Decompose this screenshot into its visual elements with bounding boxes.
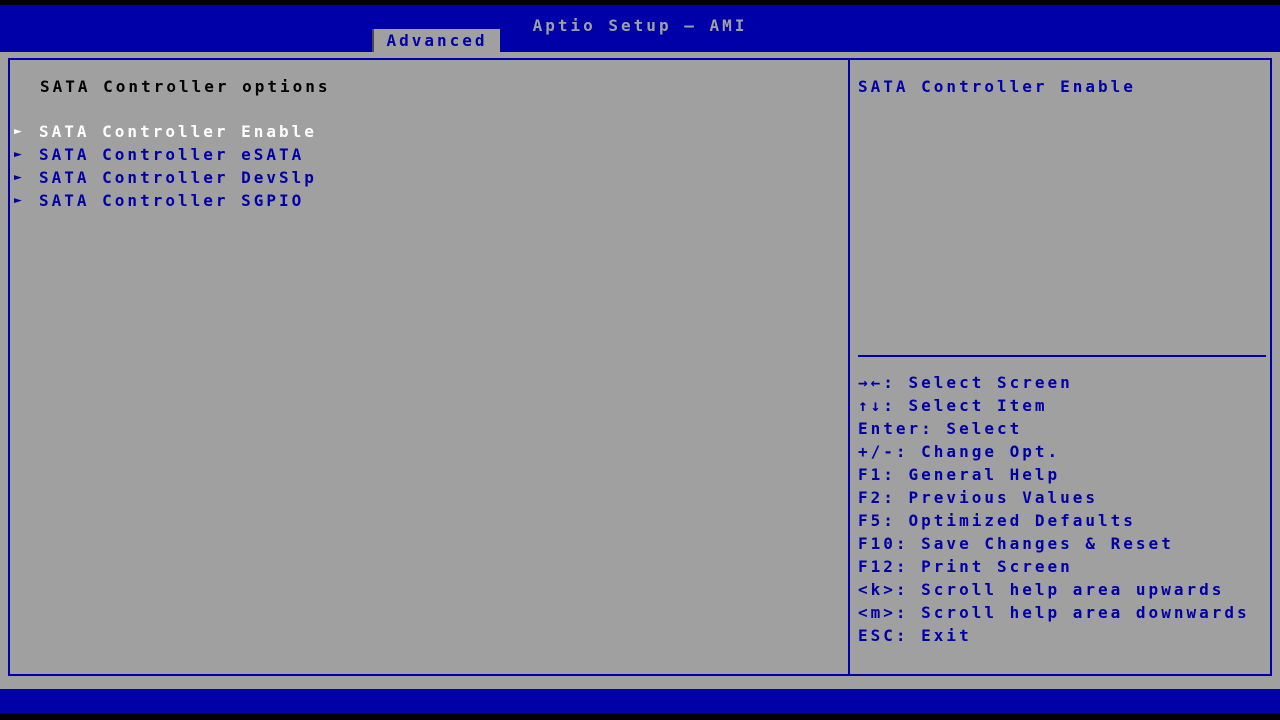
hotkey-legend-line: <m>: Scroll help area downwards	[858, 603, 1250, 622]
tab-advanced[interactable]: Advanced	[372, 29, 500, 52]
submenu-item[interactable]: ► SATA Controller DevSlp	[14, 166, 814, 189]
footer-bar: Version 2.22.1294 Copyright (C) 2025 AMI	[0, 689, 1280, 713]
submenu-arrow-icon: ►	[14, 147, 25, 162]
panel-divider	[848, 58, 850, 676]
submenu-item[interactable]: ► SATA Controller SGPIO	[14, 189, 814, 212]
submenu-item-label: SATA Controller DevSlp	[39, 168, 317, 187]
bios-setup-screen: Aptio Setup – AMI Advanced SATA Controll…	[0, 0, 1280, 720]
hotkey-legend-line: ESC: Exit	[858, 626, 972, 645]
hotkey-legend-line: F5: Optimized Defaults	[858, 511, 1136, 530]
submenu-arrow-icon: ►	[14, 193, 25, 208]
submenu-item[interactable]: ► SATA Controller eSATA	[14, 143, 814, 166]
submenu-heading: SATA Controller options	[40, 77, 331, 96]
submenu-arrow-icon: ►	[14, 170, 25, 185]
hotkey-legend-line: F12: Print Screen	[858, 557, 1073, 576]
hotkey-legend: →←: Select Screen ↑↓: Select Item Enter: S…	[858, 371, 1268, 647]
help-text: SATA Controller Enable	[858, 77, 1136, 96]
hotkey-legend-line: Enter: Select	[858, 419, 1023, 438]
hotkey-legend-line: →←: Select Screen	[858, 373, 1073, 392]
hotkey-legend-line: +/-: Change Opt.	[858, 442, 1061, 461]
hotkey-legend-line: F1: General Help	[858, 465, 1061, 484]
bottom-black-strip	[0, 713, 1280, 720]
hotkey-legend-line: F2: Previous Values	[858, 488, 1099, 507]
submenu-item-label: SATA Controller Enable	[39, 122, 317, 141]
help-divider	[858, 355, 1266, 357]
submenu-list: ► SATA Controller Enable ► SATA Controller …	[14, 120, 814, 212]
submenu-item-label: SATA Controller eSATA	[39, 145, 305, 164]
submenu-item[interactable]: ► SATA Controller Enable	[14, 120, 814, 143]
submenu-arrow-icon: ►	[14, 124, 25, 139]
hotkey-legend-line: ↑↓: Select Item	[858, 396, 1048, 415]
title-bar: Aptio Setup – AMI	[0, 5, 1280, 52]
hotkey-legend-line: <k>: Scroll help area upwards	[858, 580, 1225, 599]
hotkey-legend-line: F10: Save Changes & Reset	[858, 534, 1174, 553]
submenu-item-label: SATA Controller SGPIO	[39, 191, 305, 210]
app-title: Aptio Setup – AMI	[532, 16, 748, 35]
